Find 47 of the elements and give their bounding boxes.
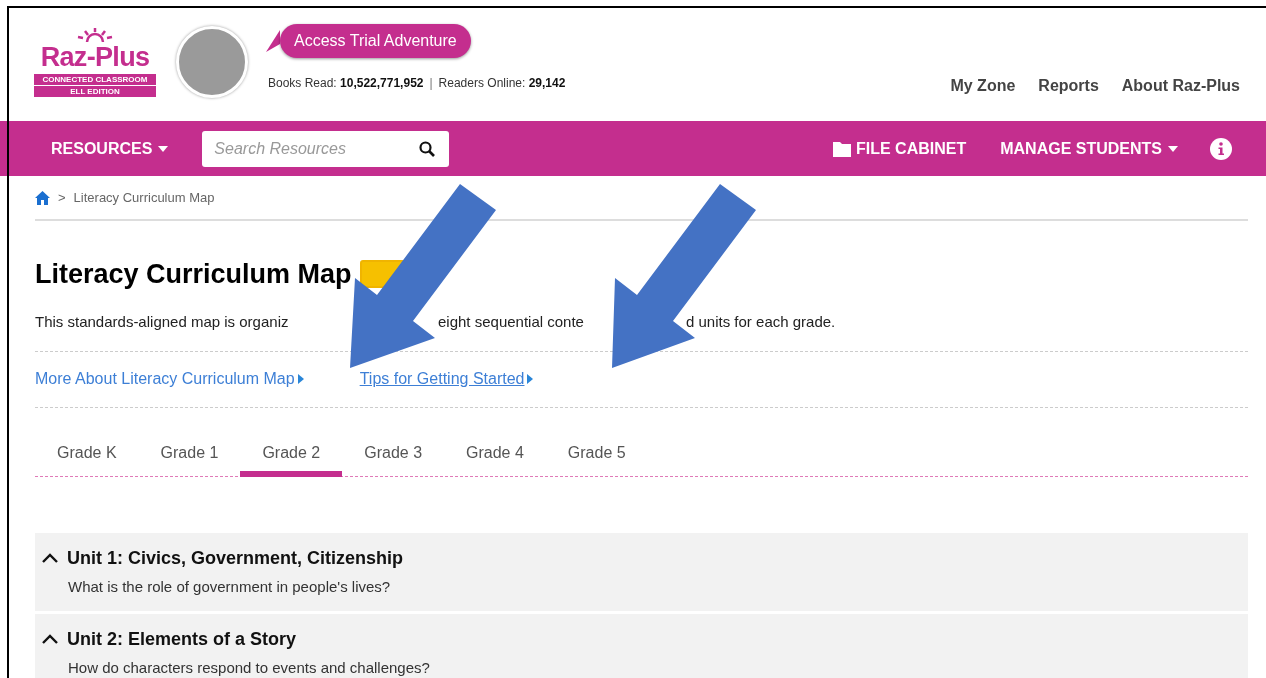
logo-name: Raz-Plus — [40, 42, 150, 72]
search-icon[interactable] — [419, 140, 436, 157]
speech-pointer-icon — [266, 30, 280, 52]
folder-icon — [832, 139, 852, 158]
top-nav-link[interactable]: Reports — [1038, 74, 1099, 98]
top-nav-link[interactable]: My Zone — [950, 74, 1016, 98]
avatar[interactable] — [176, 26, 248, 98]
grade-tab[interactable]: Grade 3 — [342, 435, 445, 477]
caret-icon — [1168, 145, 1178, 152]
stat-text: Books Read: 10,522,771,952 — [268, 75, 424, 92]
stat-text: Readers Online: 29,142 — [438, 75, 566, 92]
description-text: This standards-aligned map is organiz — [35, 313, 289, 331]
caret-right-icon — [297, 374, 304, 384]
info-icon[interactable] — [1210, 137, 1232, 160]
sun-icon — [75, 28, 115, 42]
unit-question: How do characters respond to events and challenges? — [68, 657, 431, 678]
grade-tab[interactable]: Grade K — [35, 435, 139, 477]
chevron-up-icon — [41, 552, 59, 564]
stat-separator: | — [429, 75, 433, 92]
caret-icon — [158, 145, 169, 152]
raz-plus-logo[interactable]: Raz-Plus CONNECTED CLASSROOM ELL EDITION — [34, 28, 156, 97]
description-text: eight sequential conte — [438, 313, 584, 331]
caret-right-icon — [527, 374, 534, 384]
grade-tab[interactable]: Grade 5 — [545, 435, 648, 477]
search-field[interactable]: Search Resources — [202, 130, 450, 167]
unit-title: Unit 2: Elements of a Story — [67, 627, 297, 651]
grade-tab[interactable]: Grade 2 — [240, 435, 343, 477]
resources-menu[interactable]: RESOURCES — [51, 136, 169, 161]
top-nav-link[interactable]: About Raz-Plus — [1121, 74, 1240, 98]
info-link[interactable]: Tips for Getting Started — [359, 367, 534, 391]
grade-tab[interactable]: Grade 1 — [138, 435, 241, 477]
page-title: Literacy Curriculum Map — [35, 258, 352, 291]
manage-students-menu[interactable]: MANAGE STUDENTS — [1000, 136, 1178, 161]
unit-title: Unit 1: Civics, Government, Citizenship — [67, 546, 404, 570]
chevron-up-icon — [41, 633, 59, 645]
logo-edition: ELL EDITION — [34, 86, 156, 97]
file-cabinet-button[interactable]: FILE CABINET — [832, 136, 967, 161]
unit-panel[interactable]: Unit 1: Civics, Government, Citizenship What is the role of government in people's lives? — [35, 532, 1248, 611]
breadcrumb-current: Literacy Curriculum Map — [73, 188, 215, 207]
unit-question: What is the role of government in people's lives? — [68, 576, 392, 597]
description-text: d units for each grade. — [686, 313, 836, 331]
unit-panel[interactable]: Unit 2: Elements of a Story How do characters respond to events and challenges? — [35, 613, 1248, 678]
info-link[interactable]: More About Literacy Curriculum Map — [35, 367, 304, 391]
grade-tab[interactable]: Grade 4 — [444, 435, 546, 477]
home-icon[interactable] — [35, 190, 50, 205]
logo-subtitle: CONNECTED CLASSROOM — [34, 74, 156, 85]
breadcrumb-separator: > — [58, 188, 66, 207]
